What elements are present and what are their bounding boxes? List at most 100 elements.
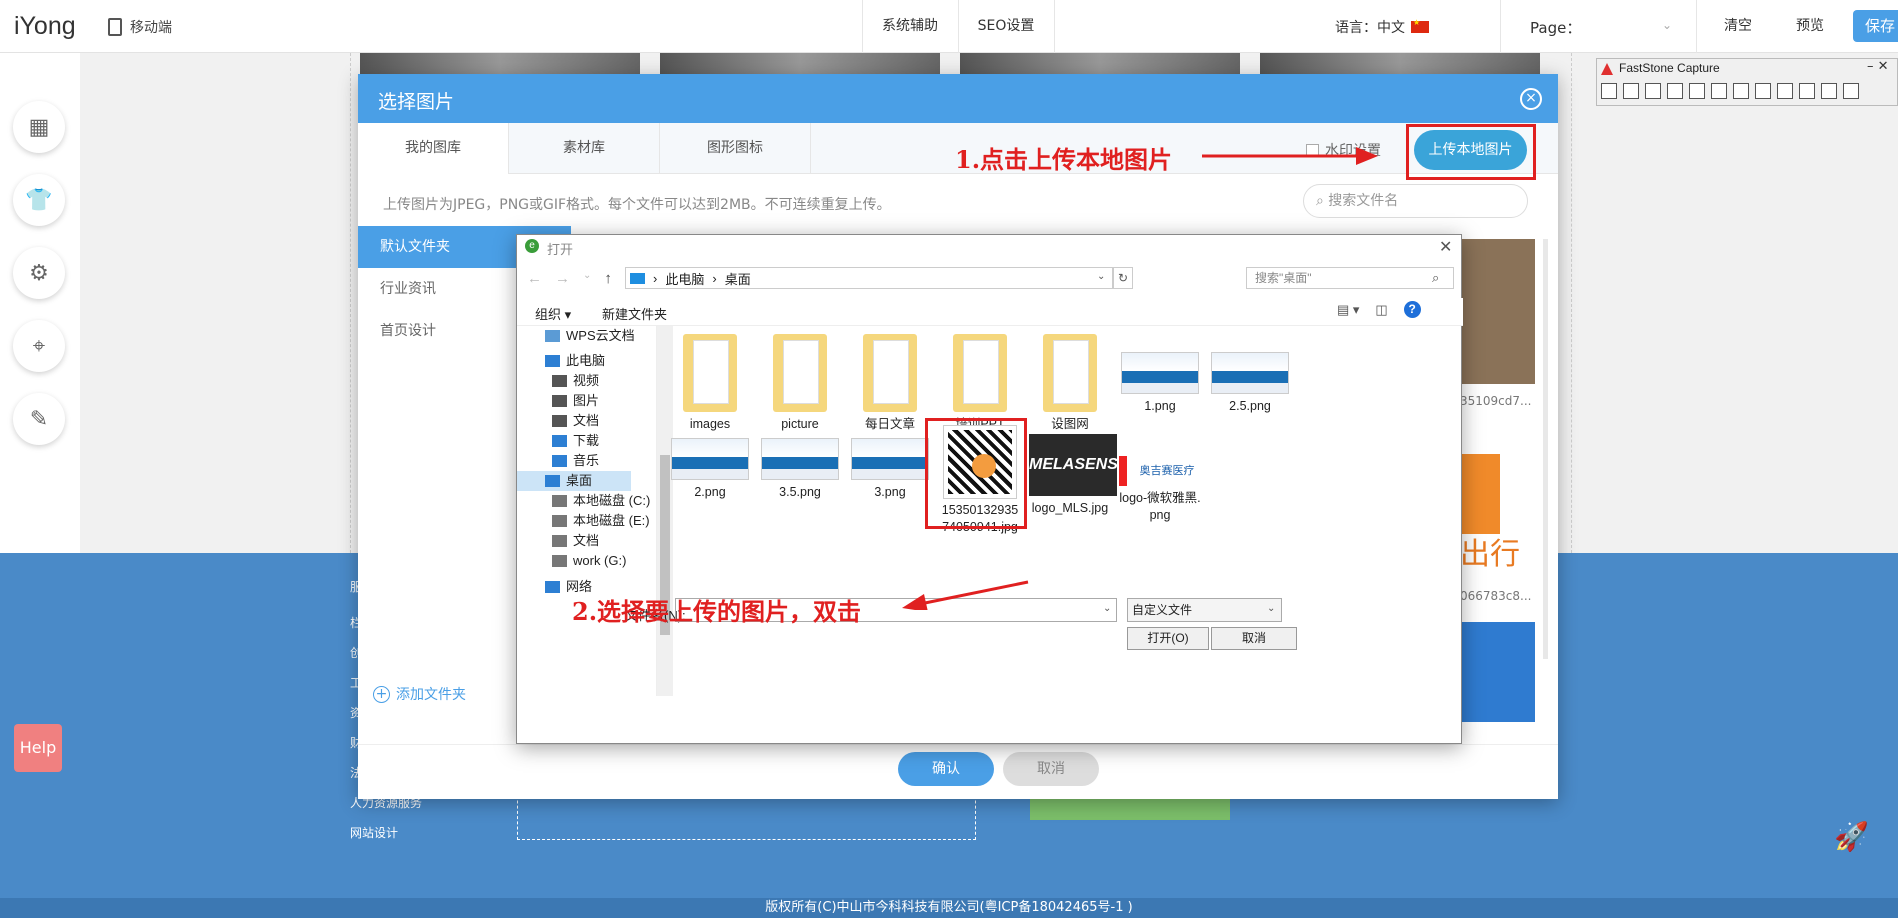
close-icon[interactable]: × [1520, 88, 1542, 110]
image-file-icon [671, 438, 749, 480]
back-icon[interactable]: ← [527, 270, 542, 287]
scrollbar[interactable] [1543, 239, 1548, 659]
copyright-bar: 版权所有(C)中山市今科科技有限公司(粤ICP备18042465号-1 ) [0, 898, 1898, 918]
preview-pane-icon[interactable]: ◫ [1375, 302, 1387, 318]
gear-icon[interactable]: ⚙ [13, 247, 65, 299]
cancel-button[interactable]: 取消 [1003, 752, 1099, 786]
refresh-icon[interactable]: ↻ [1113, 267, 1133, 289]
preview-button[interactable]: 预览 [1780, 0, 1840, 53]
file-name: 2.png [694, 485, 726, 499]
file-item[interactable]: MELASENS logo_MLS.jpg [1029, 420, 1118, 517]
breadcrumb-item[interactable]: 此电脑 [665, 269, 704, 288]
nav-item[interactable]: 图片 [552, 391, 599, 411]
settings-icon[interactable] [1843, 83, 1859, 99]
capture-fixed-icon[interactable] [1755, 83, 1771, 99]
menu-seo[interactable]: SEO设置 [958, 0, 1054, 53]
computer-icon [630, 272, 645, 284]
chevron-down-icon[interactable]: ⌄ [1267, 603, 1275, 614]
capture-region-icon[interactable] [1667, 83, 1683, 99]
add-folder-button[interactable]: + 添加文件夹 [373, 684, 466, 704]
timer-icon[interactable] [1799, 83, 1815, 99]
open-button[interactable]: 打开(O) [1127, 627, 1209, 650]
plus-icon: + [373, 685, 390, 703]
layout-icon[interactable]: ▦ [13, 101, 65, 153]
folder-icon [683, 334, 737, 412]
banner-photo [360, 53, 640, 75]
screen-recorder-icon[interactable] [1777, 83, 1793, 99]
chevron-down-icon[interactable]: ⌄ [1662, 18, 1672, 32]
new-folder-button[interactable]: 新建文件夹 [602, 304, 667, 323]
nav-item[interactable]: 桌面 [517, 471, 631, 491]
file-item[interactable]: 每日文章 [849, 334, 931, 433]
nav-item[interactable]: 音乐 [552, 451, 599, 471]
open-icon[interactable] [1601, 83, 1617, 99]
clear-button[interactable]: 清空 [1696, 0, 1780, 53]
china-flag-icon [1411, 18, 1429, 33]
add-folder-label: 添加文件夹 [396, 687, 466, 703]
file-item[interactable]: 2.png [669, 420, 751, 501]
tab-material-library[interactable]: 素材库 [509, 123, 660, 174]
language-selector[interactable]: 语言：中文 [1335, 17, 1429, 37]
color-picker-icon[interactable] [1821, 83, 1837, 99]
help-icon[interactable]: ? [1403, 301, 1421, 318]
image-file-icon [1211, 352, 1289, 394]
capture-object-icon[interactable] [1645, 83, 1661, 99]
file-item[interactable]: picture [759, 334, 841, 433]
close-icon[interactable]: – ✕ [1867, 59, 1889, 74]
tab-my-library[interactable]: 我的图库 [358, 123, 509, 174]
chevron-down-icon[interactable]: ⌄ [1097, 271, 1105, 282]
capture-scrolling-icon[interactable] [1733, 83, 1749, 99]
file-item[interactable]: 3.png [849, 420, 931, 501]
file-name: logo-微软雅黑.png [1119, 491, 1201, 522]
chevron-down-icon[interactable]: ⌄ [1103, 603, 1111, 614]
address-bar[interactable]: › 此电脑 › 桌面 [625, 267, 1113, 289]
back-to-top-icon[interactable]: 🚀 [1834, 820, 1869, 853]
location-icon[interactable]: ⌖ [13, 320, 65, 372]
image-thumbnail[interactable] [1460, 622, 1535, 722]
theme-icon[interactable]: 👕 [13, 174, 65, 226]
edit-icon[interactable]: ✎ [13, 393, 65, 445]
nav-item[interactable]: work (G:) [552, 551, 626, 571]
image-thumbnail[interactable] [1460, 239, 1535, 384]
tab-graphic-icons[interactable]: 图形图标 [660, 123, 811, 174]
image-thumbnail[interactable] [1460, 454, 1500, 534]
breadcrumb-item[interactable]: 桌面 [725, 269, 751, 288]
chevron-down-icon[interactable]: ⌄ [583, 270, 591, 287]
file-item[interactable]: 2.5.png [1209, 334, 1291, 415]
file-item[interactable]: images [669, 334, 751, 433]
confirm-button[interactable]: 确认 [898, 752, 994, 786]
close-icon[interactable]: ✕ [1439, 237, 1452, 257]
search-input[interactable]: ⌕ 搜索文件名 [1303, 184, 1528, 218]
file-item[interactable]: 奥吉赛医疗 logo-微软雅黑.png [1119, 420, 1201, 524]
mobile-toggle[interactable]: 移动端 [108, 17, 172, 37]
filetype-select[interactable]: 自定义文件 [1127, 598, 1282, 622]
view-mode-icon[interactable]: ▤ ▾ [1337, 302, 1359, 318]
nav-item[interactable]: 文档 [552, 531, 599, 551]
capture-fullscreen-icon[interactable] [1711, 83, 1727, 99]
nav-item[interactable]: 此电脑 [545, 351, 605, 371]
nav-item[interactable]: 下载 [552, 431, 599, 451]
file-item[interactable]: 1.png [1119, 334, 1201, 415]
search-input[interactable]: 搜索"桌面" [1246, 267, 1454, 289]
page-selector[interactable]: Page： [1530, 17, 1581, 38]
file-item[interactable]: 设图网 [1029, 334, 1111, 433]
organize-menu[interactable]: 组织 ▾ [535, 304, 571, 323]
nav-item-label: 文档 [573, 533, 600, 548]
organize-label: 组织 [535, 307, 562, 322]
nav-item[interactable]: WPS云文档 [545, 326, 635, 346]
forward-icon[interactable]: → [555, 270, 570, 287]
cancel-button[interactable]: 取消 [1211, 627, 1297, 650]
footer-link[interactable]: 网站设计 [350, 824, 398, 841]
nav-item[interactable]: 本地磁盘 (E:) [552, 511, 650, 531]
capture-window-icon[interactable] [1623, 83, 1639, 99]
menu-system-assist[interactable]: 系统辅助 [862, 0, 958, 53]
help-button[interactable]: Help [14, 724, 62, 772]
file-item[interactable]: 3.5.png [759, 420, 841, 501]
capture-freehand-icon[interactable] [1689, 83, 1705, 99]
chevron-right-icon: › [712, 270, 717, 286]
nav-item[interactable]: 视频 [552, 371, 599, 391]
save-button[interactable]: 保存 [1853, 10, 1898, 42]
up-icon[interactable]: ↑ [604, 270, 612, 287]
nav-item[interactable]: 本地磁盘 (C:) [552, 491, 650, 511]
nav-item[interactable]: 文档 [552, 411, 599, 431]
